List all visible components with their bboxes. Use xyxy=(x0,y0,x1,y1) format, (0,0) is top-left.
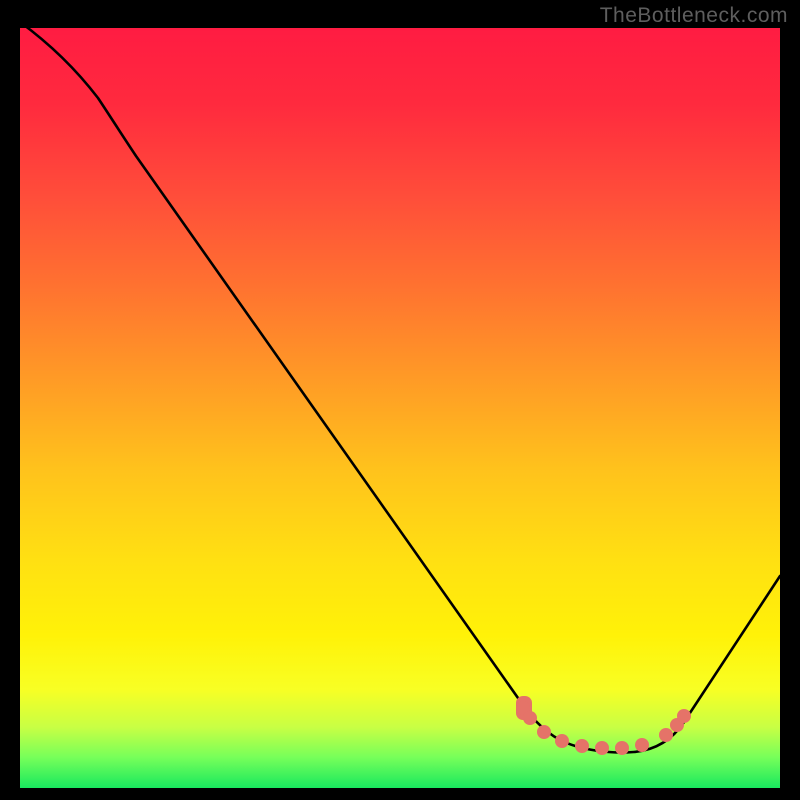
optimal-marker-icon xyxy=(615,741,629,755)
optimal-marker-icon xyxy=(677,709,691,723)
chart-stage: TheBottleneck.com xyxy=(0,0,800,800)
optimal-marker-icon xyxy=(595,741,609,755)
optimal-marker-icon xyxy=(635,738,649,752)
optimal-marker-icon xyxy=(659,728,673,742)
optimal-marker-icon xyxy=(575,739,589,753)
optimal-marker-icon xyxy=(523,711,537,725)
optimal-marker-icon xyxy=(537,725,551,739)
bottleneck-curve-svg xyxy=(20,28,780,788)
bottleneck-curve xyxy=(20,22,780,753)
watermark-label: TheBottleneck.com xyxy=(600,4,788,28)
optimal-marker-icon xyxy=(555,734,569,748)
heat-gradient-plot xyxy=(20,28,780,788)
